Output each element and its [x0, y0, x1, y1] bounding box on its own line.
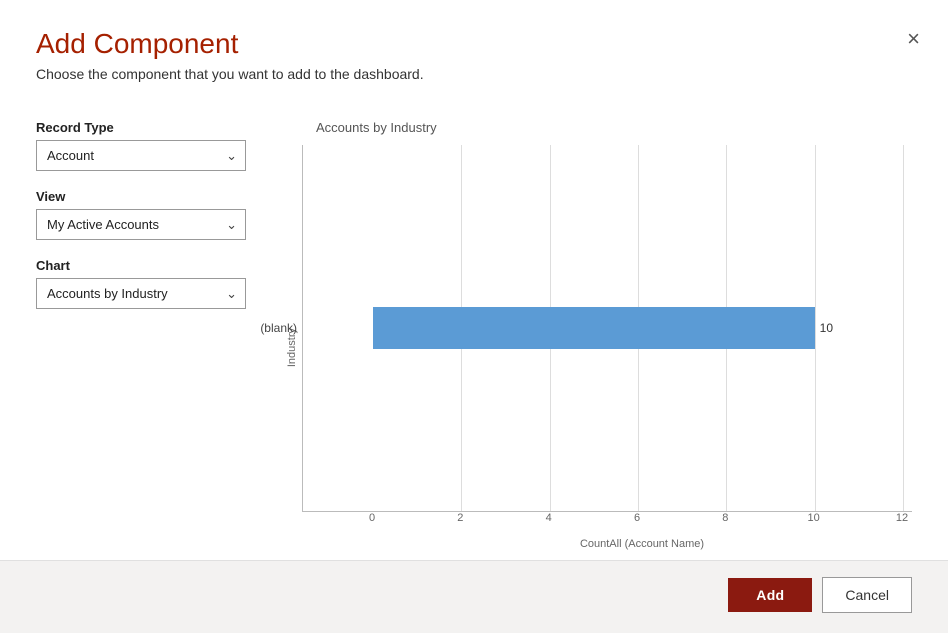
add-component-dialog: Add Component Choose the component that …: [0, 0, 948, 633]
close-button[interactable]: ×: [907, 28, 920, 50]
record-type-label: Record Type: [36, 120, 256, 135]
chart-select-wrapper: Accounts by Industry ⌄: [36, 278, 246, 309]
x-tick: 12: [896, 512, 908, 524]
x-tick: 2: [457, 512, 463, 524]
cancel-button[interactable]: Cancel: [822, 577, 912, 613]
bars-container: (blank) 10: [302, 145, 912, 512]
dialog-title: Add Component: [36, 28, 912, 60]
x-tick: 8: [722, 512, 728, 524]
view-label: View: [36, 189, 256, 204]
record-type-select[interactable]: Account: [36, 140, 246, 171]
view-select-wrapper: My Active Accounts ⌄: [36, 209, 246, 240]
dialog-footer: Add Cancel: [0, 560, 948, 633]
chart-area: Industry (blank) 10: [286, 145, 912, 550]
left-panel: Record Type Account ⌄ View My Active Acc…: [36, 110, 256, 550]
x-tick: 4: [546, 512, 552, 524]
view-field: View My Active Accounts ⌄: [36, 189, 256, 240]
add-button[interactable]: Add: [728, 578, 812, 612]
dialog-subtitle: Choose the component that you want to ad…: [36, 66, 912, 82]
chart-plot: (blank) 10 0 2 4 6 8 10 12 CountAll (Account N…: [302, 145, 912, 550]
x-tick: 0: [369, 512, 375, 524]
x-axis-label: CountAll (Account Name): [372, 538, 912, 550]
right-panel: Accounts by Industry Industry (blank) 10: [286, 110, 912, 550]
record-type-field: Record Type Account ⌄: [36, 120, 256, 171]
bar-value: 10: [820, 321, 833, 335]
x-tick: 6: [634, 512, 640, 524]
bar-row: (blank) 10: [303, 289, 912, 367]
view-select[interactable]: My Active Accounts: [36, 209, 246, 240]
bar-category-label: (blank): [237, 321, 297, 335]
chart-select[interactable]: Accounts by Industry: [36, 278, 246, 309]
bar: [373, 307, 815, 349]
x-axis-ticks-container: 0 2 4 6 8 10 12: [372, 512, 912, 534]
dialog-body: Record Type Account ⌄ View My Active Acc…: [0, 90, 948, 560]
chart-inner: Industry (blank) 10: [286, 145, 912, 550]
chart-title: Accounts by Industry: [316, 120, 912, 135]
chart-field: Chart Accounts by Industry ⌄: [36, 258, 256, 309]
dialog-header: Add Component Choose the component that …: [0, 0, 948, 90]
x-tick: 10: [808, 512, 820, 524]
chart-label: Chart: [36, 258, 256, 273]
record-type-select-wrapper: Account ⌄: [36, 140, 246, 171]
